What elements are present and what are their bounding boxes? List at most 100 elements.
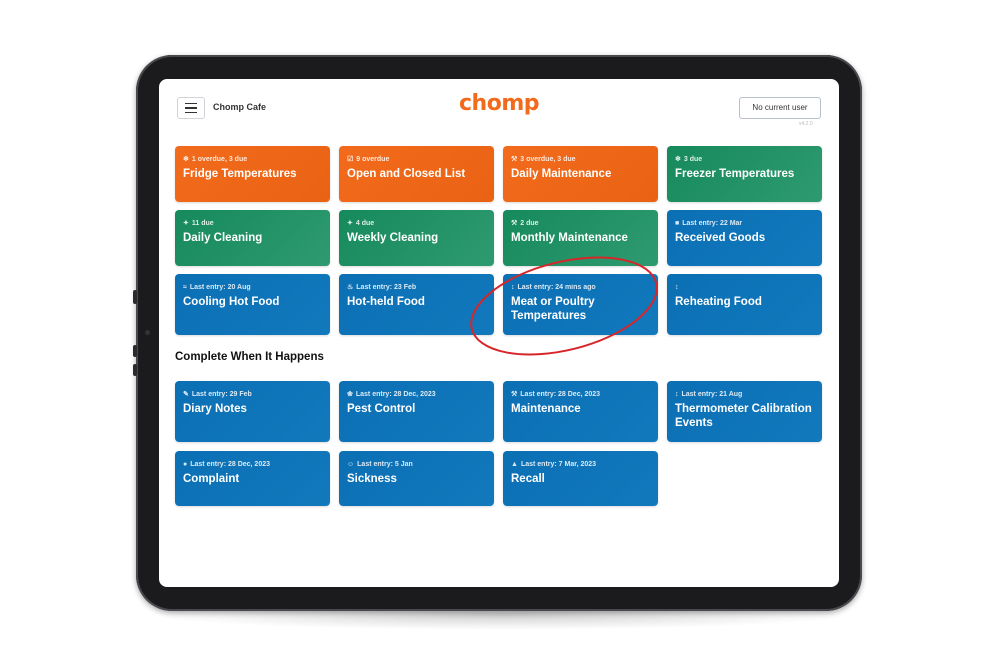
task-tile[interactable]: ✦ 11 due Daily Cleaning <box>175 210 330 266</box>
cafe-name: Chomp Cafe <box>213 102 267 112</box>
task-tile[interactable]: ❄ 3 due Freezer Temperatures <box>667 146 822 202</box>
task-status-text: Last entry: 23 Feb <box>356 283 417 291</box>
task-title: Received Goods <box>675 232 766 244</box>
task-tile[interactable]: ❀ Last entry: 28 Dec, 2023 Pest Control <box>339 381 494 442</box>
task-title: Maintenance <box>511 403 581 415</box>
task-title: Daily Maintenance <box>511 168 612 180</box>
task-tile[interactable]: ▲ Last entry: 7 Mar, 2023 Recall <box>503 451 658 506</box>
task-title: Complaint <box>183 473 240 485</box>
tablet-side-button <box>133 364 137 376</box>
task-status-text: Last entry: 21 Aug <box>681 390 743 398</box>
top-bar: Chomp Cafe chomp No current user v4.2.0 <box>159 79 839 139</box>
task-tile[interactable]: ■ Last entry: 22 Mar Received Goods <box>667 210 822 266</box>
task-status: ↕ Last entry: 21 Aug <box>675 389 814 399</box>
task-title: Recall <box>511 473 545 485</box>
task-tile[interactable]: ✎ Last entry: 29 Feb Diary Notes <box>175 381 330 442</box>
task-tile[interactable]: ✦ 4 due Weekly Cleaning <box>339 210 494 266</box>
task-title: Pest Control <box>347 403 416 415</box>
task-status-text: 2 due <box>520 219 539 227</box>
thermometer-icon: ↕ <box>511 283 515 291</box>
task-status-text: Last entry: 24 mins ago <box>517 283 596 291</box>
task-status-text: 4 due <box>355 219 375 227</box>
checkbox-icon: ☑ <box>347 156 354 163</box>
task-status: ✦ 11 due <box>183 218 322 228</box>
task-title: Hot-held Food <box>347 296 425 308</box>
app-screen: Chomp Cafe chomp No current user v4.2.0 … <box>159 79 839 587</box>
wind-icon: ≈ <box>183 283 187 291</box>
wrench-icon: ⚒ <box>511 391 518 398</box>
task-tile[interactable]: ⚒ Last entry: 28 Dec, 2023 Maintenance <box>503 381 658 442</box>
task-status: ☑ 9 overdue <box>347 154 486 164</box>
task-title: Daily Cleaning <box>183 232 263 244</box>
face-icon: ☺ <box>347 460 355 468</box>
task-tile[interactable]: ☑ 9 overdue Open and Closed List <box>339 146 494 202</box>
sparkle-icon: ✦ <box>347 220 353 227</box>
chat-icon: ● <box>183 460 188 468</box>
task-status: ☺ Last entry: 5 Jan <box>347 459 486 469</box>
tablet-side-button <box>133 290 137 304</box>
sparkle-icon: ✦ <box>183 220 189 227</box>
task-status-text: Last entry: 28 Dec, 2023 <box>520 390 601 398</box>
task-status: ❀ Last entry: 28 Dec, 2023 <box>347 389 486 399</box>
snowflake-icon: ❄ <box>183 156 189 163</box>
task-status: ■ Last entry: 22 Mar <box>675 218 814 228</box>
task-tile[interactable]: ● Last entry: 28 Dec, 2023 Complaint <box>175 451 330 506</box>
task-status-text: Last entry: 28 Dec, 2023 <box>190 460 270 468</box>
thermometer-icon: ↕ <box>675 283 679 291</box>
task-title: Freezer Temperatures <box>675 168 795 180</box>
task-status-text: 9 overdue <box>356 155 390 163</box>
edit-icon: ✎ <box>183 391 189 398</box>
current-user-button[interactable]: No current user <box>739 97 821 119</box>
task-tile[interactable]: ⚒ 2 due Monthly Maintenance <box>503 210 658 266</box>
task-status: ✦ 4 due <box>347 218 486 228</box>
task-tile[interactable]: ❄ 1 overdue, 3 due Fridge Temperatures <box>175 146 330 202</box>
task-status: ≈ Last entry: 20 Aug <box>183 282 322 292</box>
task-title: Meat or Poultry Temperatures <box>511 296 595 322</box>
task-status-text: Last entry: 28 Dec, 2023 <box>355 390 436 398</box>
task-status: ❄ 3 due <box>675 154 814 164</box>
heat-icon: ♨ <box>347 284 354 291</box>
task-title: Thermometer Calibration Events <box>675 403 812 429</box>
task-tile[interactable]: ☺ Last entry: 5 Jan Sickness <box>339 451 494 506</box>
menu-button[interactable] <box>177 97 205 119</box>
task-status: ✎ Last entry: 29 Feb <box>183 389 322 399</box>
task-title: Open and Closed List <box>347 168 466 180</box>
paw-icon: ❀ <box>347 391 353 398</box>
section-title: Complete When It Happens <box>175 351 324 363</box>
task-title: Cooling Hot Food <box>183 296 280 308</box>
task-status: ♨ Last entry: 23 Feb <box>347 282 486 292</box>
task-status: ⚒ Last entry: 28 Dec, 2023 <box>511 389 650 399</box>
task-title: Weekly Cleaning <box>347 232 439 244</box>
task-status: ⚒ 3 overdue, 3 due <box>511 154 650 164</box>
task-tile[interactable]: ↕ Last entry: 24 mins ago Meat or Poultry … <box>503 274 658 335</box>
hamburger-icon <box>185 107 197 109</box>
tablet-side-button <box>133 345 137 357</box>
hamburger-icon <box>185 102 197 105</box>
task-status-text: Last entry: 20 Aug <box>189 283 251 291</box>
snowflake-icon: ❄ <box>675 156 681 163</box>
task-tile[interactable]: ↕ Last entry: 21 Aug Thermometer Calibrati… <box>667 381 822 442</box>
task-status: ↕ <box>675 282 814 292</box>
task-status: ❄ 1 overdue, 3 due <box>183 154 322 164</box>
task-status-text: 3 overdue, 3 due <box>520 155 576 163</box>
task-status-text: Last entry: 7 Mar, 2023 <box>520 460 597 468</box>
task-status-text: 3 due <box>683 155 703 163</box>
task-tile[interactable]: ≈ Last entry: 20 Aug Cooling Hot Food <box>175 274 330 335</box>
task-status: ↕ Last entry: 24 mins ago <box>511 282 650 292</box>
wrench-icon: ⚒ <box>511 156 518 163</box>
hamburger-icon <box>185 111 197 114</box>
task-title: Reheating Food <box>675 296 762 308</box>
task-title: Fridge Temperatures <box>183 168 297 180</box>
task-tile[interactable]: ↕ Reheating Food <box>667 274 822 335</box>
task-status: ⚒ 2 due <box>511 218 650 228</box>
truck-icon: ■ <box>675 219 680 227</box>
task-title: Sickness <box>347 473 397 485</box>
task-tile[interactable]: ♨ Last entry: 23 Feb Hot-held Food <box>339 274 494 335</box>
task-title: Monthly Maintenance <box>511 232 628 244</box>
task-status: ▲ Last entry: 7 Mar, 2023 <box>511 459 650 469</box>
task-status-text: Last entry: 22 Mar <box>682 219 743 227</box>
chomp-logo: chomp <box>459 91 540 116</box>
task-tile[interactable]: ⚒ 3 overdue, 3 due Daily Maintenance <box>503 146 658 202</box>
tablet-camera <box>145 330 150 335</box>
warning-icon: ▲ <box>511 460 518 468</box>
